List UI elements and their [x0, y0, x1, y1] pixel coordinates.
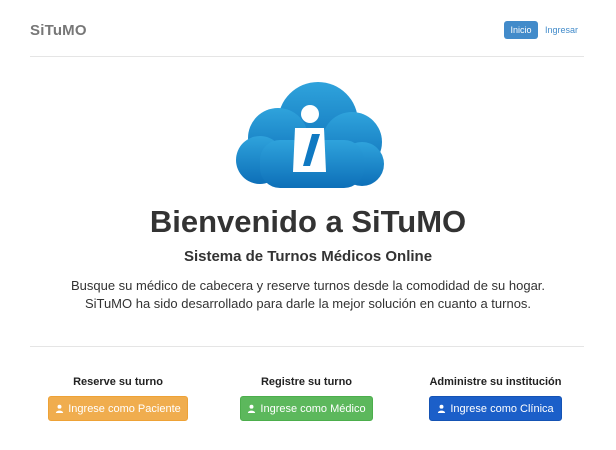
section-divider — [30, 346, 584, 347]
brand-logo-text[interactable]: SiTuMO — [30, 22, 87, 39]
welcome-subtitle: Sistema de Turnos Médicos Online — [183, 248, 433, 265]
user-icon — [56, 404, 64, 413]
heading-register: Registre su turno — [260, 376, 353, 388]
user-icon — [438, 404, 446, 413]
heading-reserve: Reserve su turno — [73, 376, 163, 388]
nav-link-inicio[interactable]: Inicio — [504, 21, 538, 39]
navbar: SiTuMO Inicio Ingresar — [30, 0, 584, 57]
cloud-info-icon — [236, 82, 384, 188]
heading-administer: Administre su institución — [429, 376, 562, 388]
description-line-2: SiTuMO ha sido desarrollado para darle l… — [84, 296, 532, 311]
welcome-title: Bienvenido a SiTuMO — [149, 204, 467, 239]
login-medico-label: Ingrese como Médico — [260, 402, 366, 415]
login-medico-button[interactable]: Ingrese como Médico — [240, 396, 373, 421]
description-line-1: Busque su médico de cabecera y reserve t… — [70, 278, 546, 293]
login-paciente-label: Ingrese como Paciente — [68, 402, 181, 415]
nav-link-ingresar[interactable]: Ingresar — [543, 21, 578, 39]
login-clinica-label: Ingrese como Clínica — [450, 402, 554, 415]
user-icon — [248, 404, 256, 413]
login-paciente-button[interactable]: Ingrese como Paciente — [48, 396, 188, 421]
login-clinica-button[interactable]: Ingrese como Clínica — [429, 396, 562, 421]
